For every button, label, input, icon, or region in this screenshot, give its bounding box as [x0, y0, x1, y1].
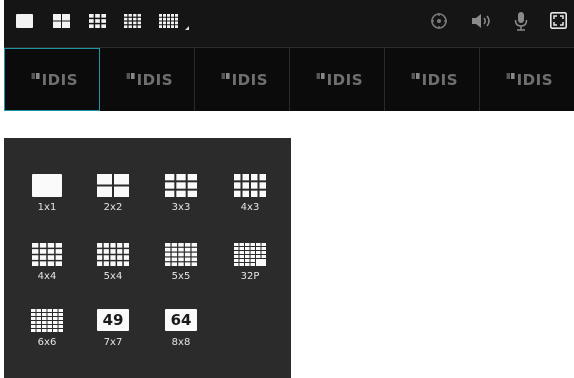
layout-option-label: 5x5: [171, 271, 191, 282]
camera-tile[interactable]: IDIS: [385, 48, 480, 111]
layout-option-label: 1x1: [37, 202, 57, 213]
layout-option-4x4[interactable]: 4x4: [27, 243, 67, 282]
twelve-grid-layout-icon: [234, 174, 266, 197]
fullscreen-icon[interactable]: [550, 12, 567, 29]
microphone-icon[interactable]: [514, 12, 528, 31]
speaker-icon[interactable]: [471, 12, 493, 29]
quad-layout-icon[interactable]: [53, 14, 70, 31]
layout-option-8x8[interactable]: 64 8x8: [161, 309, 201, 348]
layout-option-5x4[interactable]: 5x4: [93, 243, 133, 282]
sixteen-grid-layout-icon[interactable]: [124, 14, 141, 31]
layout-menu-icon[interactable]: [159, 14, 189, 31]
layout-option-7x7[interactable]: 49 7x7: [93, 309, 133, 348]
layout-option-label: 32P: [240, 271, 260, 282]
nine-grid-layout-icon[interactable]: [89, 14, 106, 31]
camera-tile[interactable]: IDIS: [4, 48, 100, 111]
thirty-six-grid-layout-icon: [31, 309, 63, 332]
layout-option-label: 6x6: [37, 337, 57, 348]
layout-selector-panel: 1x1 2x2 3x3 4x3 4x4 5x4 5x5 32P 6x6 49 7…: [4, 138, 291, 378]
layout-option-1x1[interactable]: 1x1: [27, 174, 67, 213]
quad-layout-icon: [97, 174, 129, 197]
thirty-two-split-layout-icon: [234, 243, 266, 266]
layout-option-4x3[interactable]: 4x3: [230, 174, 270, 213]
layout-option-label: 7x7: [103, 337, 123, 348]
idis-logo: IDIS: [316, 71, 363, 89]
ptz-icon[interactable]: [430, 12, 448, 29]
layout-option-label: 4x3: [240, 202, 260, 213]
single-layout-icon[interactable]: [16, 14, 33, 31]
layout-option-3x3[interactable]: 3x3: [161, 174, 201, 213]
layout-option-label: 2x2: [103, 202, 123, 213]
camera-tile-strip: IDIS IDIS IDIS IDIS IDIS IDIS: [4, 47, 574, 111]
twenty-grid-layout-icon: [97, 243, 129, 266]
forty-nine-layout-icon: 49: [97, 309, 129, 331]
idis-logo: IDIS: [221, 71, 268, 89]
toolbar: [4, 0, 574, 47]
layout-option-32p[interactable]: 32P: [230, 243, 270, 282]
layout-option-label: 5x4: [103, 271, 123, 282]
single-layout-icon: [32, 174, 62, 197]
sixteen-grid-layout-icon: [32, 243, 62, 266]
layout-option-5x5[interactable]: 5x5: [161, 243, 201, 282]
idis-logo: IDIS: [411, 71, 458, 89]
camera-tile[interactable]: IDIS: [480, 48, 574, 111]
layout-option-2x2[interactable]: 2x2: [93, 174, 133, 213]
camera-tile[interactable]: IDIS: [195, 48, 290, 111]
layout-option-label: 8x8: [171, 337, 191, 348]
twenty-five-grid-layout-icon: [165, 243, 197, 266]
nine-grid-layout-icon: [165, 174, 197, 197]
layout-option-6x6[interactable]: 6x6: [27, 309, 67, 348]
idis-logo: IDIS: [31, 71, 78, 89]
layout-option-label: 3x3: [171, 202, 191, 213]
layout-option-label: 4x4: [37, 271, 57, 282]
idis-logo: IDIS: [506, 71, 553, 89]
idis-logo: IDIS: [126, 71, 173, 89]
sixty-four-layout-icon: 64: [165, 309, 197, 331]
camera-tile[interactable]: IDIS: [100, 48, 195, 111]
camera-tile[interactable]: IDIS: [290, 48, 385, 111]
